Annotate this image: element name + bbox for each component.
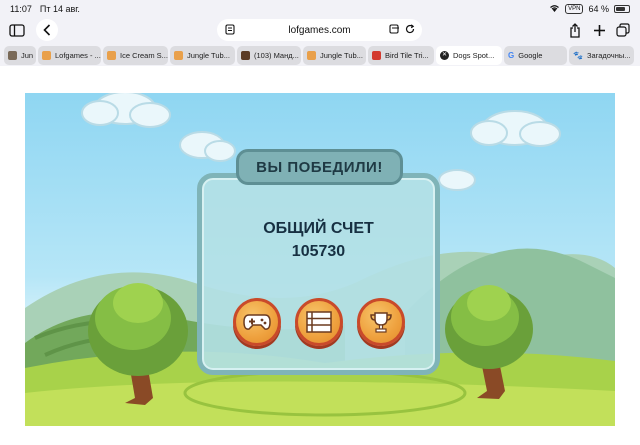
tab-5[interactable]: Jungle Tub... <box>303 46 366 65</box>
play-again-button[interactable] <box>233 298 281 346</box>
tab-favicon-icon <box>107 51 116 60</box>
web-page: ВЫ ПОБЕДИЛИ! ОБЩИЙ СЧЕТ 105730 <box>0 66 640 445</box>
sidebar-toggle-icon[interactable] <box>6 19 28 41</box>
tab-4[interactable]: (103) Манд... <box>237 46 301 65</box>
tab-favicon-icon <box>241 51 250 60</box>
new-tab-plus-icon[interactable] <box>588 19 610 41</box>
share-icon[interactable] <box>564 19 586 41</box>
cloud-right <box>470 110 561 147</box>
battery-icon <box>614 5 630 13</box>
tab-6[interactable]: Bird Tile Tri... <box>368 46 434 65</box>
tab-7-active[interactable]: ✕ Dogs Spot... <box>436 46 502 65</box>
win-title: ВЫ ПОБЕДИЛИ! <box>256 158 383 176</box>
wifi-icon <box>549 4 560 14</box>
browser-toolbar: lofgames.com <box>0 18 640 44</box>
address-bar[interactable]: lofgames.com <box>217 19 422 41</box>
reader-icon[interactable] <box>389 24 400 37</box>
tab-favicon-icon <box>174 51 183 60</box>
cloud-mid <box>179 131 236 162</box>
leaderboard-button[interactable] <box>357 298 405 346</box>
paw-icon: 🐾 <box>573 51 583 60</box>
close-tab-icon[interactable]: ✕ <box>440 51 449 60</box>
tab-9[interactable]: 🐾 Загадочны... <box>569 46 634 65</box>
reload-icon[interactable] <box>405 24 415 37</box>
status-bar: 11:07 Пт 14 авг. VPN 64 % <box>0 0 640 18</box>
status-date: Пт 14 авг. <box>39 4 80 14</box>
tab-8[interactable]: G Google <box>504 46 567 65</box>
win-title-ribbon: ВЫ ПОБЕДИЛИ! <box>236 149 403 185</box>
back-button[interactable] <box>36 19 58 41</box>
gamepad-icon <box>243 314 271 330</box>
page-menu-icon[interactable] <box>225 24 235 38</box>
status-time: 11:07 <box>10 4 32 14</box>
cloud-small <box>438 169 476 191</box>
total-score-label: ОБЩИЙ СЧЕТ <box>263 220 374 237</box>
trophy-icon <box>370 312 392 333</box>
level-menu-button[interactable] <box>295 298 343 346</box>
tab-strip: Jun Lofgames - ... Ice Cream S... Jungle… <box>4 46 636 66</box>
total-score-value: 105730 <box>291 243 346 260</box>
url-text: lofgames.com <box>288 24 351 36</box>
tab-favicon-icon <box>307 51 316 60</box>
tab-favicon-icon <box>42 51 51 60</box>
vpn-badge: VPN <box>565 4 584 14</box>
cloud-left <box>81 93 171 128</box>
tab-2[interactable]: Ice Cream S... <box>103 46 168 65</box>
chevron-left-icon <box>43 24 51 36</box>
battery-percent: 64 % <box>588 4 609 14</box>
tab-3[interactable]: Jungle Tub... <box>170 46 235 65</box>
tab-1[interactable]: Lofgames - ... <box>38 46 101 65</box>
tab-favicon-icon <box>372 51 381 60</box>
google-icon: G <box>508 51 515 60</box>
list-menu-icon <box>306 311 332 333</box>
tab-overview-icon[interactable] <box>612 19 634 41</box>
game-canvas: ВЫ ПОБЕДИЛИ! ОБЩИЙ СЧЕТ 105730 <box>25 93 615 426</box>
tab-favicon-icon <box>8 51 17 60</box>
tab-0[interactable]: Jun <box>4 46 36 65</box>
